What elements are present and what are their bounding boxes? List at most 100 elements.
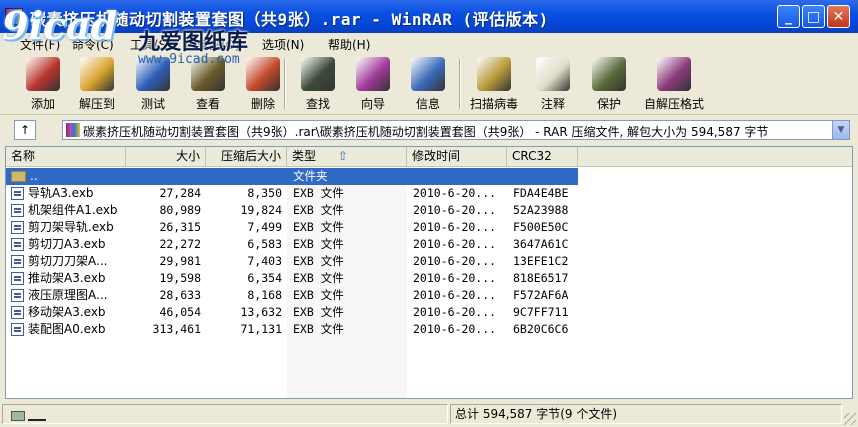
- cell-name: 装配图A0.exb: [28, 322, 106, 336]
- cell-packed: 8,168: [247, 288, 282, 302]
- table-row[interactable]: 剪切刀A3.exb 22,272 6,583 EXB 文件 2010-6-20... 36…: [6, 236, 578, 253]
- test-label: 测试: [140, 97, 165, 111]
- cell-size: 19,598: [159, 271, 201, 285]
- cell-packed: 13,632: [240, 305, 282, 319]
- cell-type: EXB 文件: [293, 322, 344, 336]
- find-button[interactable]: 查找: [287, 55, 349, 113]
- status-bar: 总计 594,587 字节(9 个文件): [0, 402, 858, 427]
- table-row[interactable]: 推动架A3.exb 19,598 6,354 EXB 文件 2010-6-20... 81…: [6, 270, 578, 287]
- find-binoculars-icon: [301, 57, 335, 91]
- path-dropdown-arrow[interactable]: ▼: [832, 121, 849, 139]
- cell-type: EXB 文件: [293, 305, 344, 319]
- cell-crc: 9C7FF711: [513, 305, 569, 319]
- extract-to-label: 解压到: [78, 97, 115, 111]
- sfx-label: 自解压格式: [643, 97, 704, 111]
- cell-modified: 2010-6-20...: [413, 322, 497, 336]
- cell-packed: 7,499: [247, 220, 282, 234]
- title-bar[interactable]: 碳素挤压机随动切割装置套图（共9张）.rar - WinRAR (评估版本) _…: [0, 0, 858, 33]
- menu-help[interactable]: 帮助(H): [328, 36, 370, 53]
- cell-size: 80,989: [159, 203, 201, 217]
- cell-name: 剪刀架导轨.exb: [28, 220, 114, 234]
- exb-file-icon: [11, 272, 24, 285]
- exb-file-icon: [11, 255, 24, 268]
- cell-packed: 19,824: [240, 203, 282, 217]
- scan-virus-label: 扫描病毒: [469, 97, 518, 111]
- cell-packed: 6,583: [247, 237, 282, 251]
- path-text: 碳素挤压机随动切割装置套图（共9张）.rar\碳素挤压机随动切割装置套图（共9张…: [83, 125, 769, 139]
- cell-modified: 2010-6-20...: [413, 220, 497, 234]
- maximize-button[interactable]: □: [802, 5, 825, 28]
- key-icon[interactable]: [28, 411, 46, 421]
- drive-icon[interactable]: [11, 411, 25, 421]
- table-row[interactable]: 导轨A3.exb 27,284 8,350 EXB 文件 2010-6-20... FDA…: [6, 185, 578, 202]
- wizard-button[interactable]: 向导: [342, 55, 404, 113]
- status-left-pane: [2, 404, 448, 424]
- cell-crc: 818E6517: [513, 271, 569, 285]
- minimize-button[interactable]: _: [777, 5, 800, 28]
- add-label: 添加: [30, 97, 55, 111]
- list-item-parent-folder[interactable]: .. 文件夹: [6, 168, 578, 185]
- resize-grip[interactable]: [844, 413, 856, 425]
- delete-icon: [246, 57, 280, 91]
- comment-label: 注释: [540, 97, 565, 111]
- comment-button[interactable]: 注释: [522, 55, 584, 113]
- table-row[interactable]: 剪刀架导轨.exb 26,315 7,499 EXB 文件 2010-6-20... F5…: [6, 219, 578, 236]
- protect-button[interactable]: 保护: [578, 55, 640, 113]
- add-button[interactable]: 添加: [12, 55, 74, 113]
- extract-to-button[interactable]: 解压到: [66, 55, 128, 113]
- watermark-url: www.9icad.com: [138, 52, 240, 67]
- col-header-name[interactable]: 名称: [6, 147, 126, 167]
- view-label: 查看: [195, 97, 220, 111]
- cell-packed: 6,354: [247, 271, 282, 285]
- cell-crc: 13EFE1C2: [513, 254, 569, 268]
- toolbar: 添加 解压到 测试 查看 删除 查找 向导 信息 扫描病毒 注释 保护 自解压格…: [0, 53, 858, 115]
- sfx-button[interactable]: 自解压格式: [643, 55, 705, 113]
- path-combobox[interactable]: 碳素挤压机随动切割装置套图（共9张）.rar\碳素挤压机随动切割装置套图（共9张…: [62, 120, 850, 140]
- info-button[interactable]: 信息: [397, 55, 459, 113]
- table-row[interactable]: 装配图A0.exb 313,461 71,131 EXB 文件 2010-6-20...…: [6, 321, 578, 338]
- sort-up-icon: ⇧: [337, 149, 348, 163]
- cell-crc: F500E50C: [513, 220, 569, 234]
- cell-name: 推动架A3.exb: [28, 271, 106, 285]
- up-folder-button[interactable]: ↑: [14, 120, 36, 140]
- table-row[interactable]: 移动架A3.exb 46,054 13,632 EXB 文件 2010-6-20... 9…: [6, 304, 578, 321]
- find-label: 查找: [305, 97, 330, 111]
- exb-file-icon: [11, 221, 24, 234]
- close-button[interactable]: ✕: [827, 5, 850, 28]
- list-header: 名称 大小 压缩后大小 类型 ⇧ 修改时间 CRC32: [6, 147, 852, 167]
- protect-shield-icon: [592, 57, 626, 91]
- cell-size: 27,284: [159, 186, 201, 200]
- col-header-type[interactable]: 类型 ⇧: [287, 147, 407, 167]
- scan-virus-icon: [477, 57, 511, 91]
- col-header-packed[interactable]: 压缩后大小: [206, 147, 287, 167]
- file-list[interactable]: 名称 大小 压缩后大小 类型 ⇧ 修改时间 CRC32 .. 文件夹 导轨A3.ex…: [5, 146, 853, 399]
- col-header-crc[interactable]: CRC32: [507, 147, 578, 167]
- cell-modified: 2010-6-20...: [413, 271, 497, 285]
- cell-name: ..: [30, 169, 38, 183]
- cell-size: 28,633: [159, 288, 201, 302]
- comment-icon: [536, 57, 570, 91]
- menu-options[interactable]: 选项(N): [262, 36, 304, 53]
- col-header-size[interactable]: 大小: [126, 147, 206, 167]
- cell-type: EXB 文件: [293, 220, 344, 234]
- cell-crc: F572AF6A: [513, 288, 569, 302]
- cell-modified: 2010-6-20...: [413, 186, 497, 200]
- cell-type: EXB 文件: [293, 271, 344, 285]
- menu-bar: 文件(F) 命令(C) 工具(S) 收藏夹(O) 选项(N) 帮助(H): [0, 33, 858, 53]
- info-icon: [411, 57, 445, 91]
- cell-modified: 2010-6-20...: [413, 203, 497, 217]
- scan-virus-button[interactable]: 扫描病毒: [463, 55, 525, 113]
- col-header-modified[interactable]: 修改时间: [407, 147, 507, 167]
- cell-modified: 2010-6-20...: [413, 254, 497, 268]
- folder-icon: [11, 171, 26, 182]
- cell-name: 剪切刀刀架A...: [28, 254, 108, 268]
- extract-folder-icon: [80, 57, 114, 91]
- table-row[interactable]: 机架组件A1.exb 80,989 19,824 EXB 文件 2010-6-20...…: [6, 202, 578, 219]
- table-row[interactable]: 液压原理图A... 28,633 8,168 EXB 文件 2010-6-20... F5…: [6, 287, 578, 304]
- archive-icon: [66, 123, 80, 137]
- address-bar: ↑ 碳素挤压机随动切割装置套图（共9张）.rar\碳素挤压机随动切割装置套图（共…: [0, 116, 858, 144]
- cell-name: 液压原理图A...: [28, 288, 108, 302]
- exb-file-icon: [11, 323, 24, 336]
- cell-name: 机架组件A1.exb: [28, 203, 118, 217]
- table-row[interactable]: 剪切刀刀架A... 29,981 7,403 EXB 文件 2010-6-20... 13…: [6, 253, 578, 270]
